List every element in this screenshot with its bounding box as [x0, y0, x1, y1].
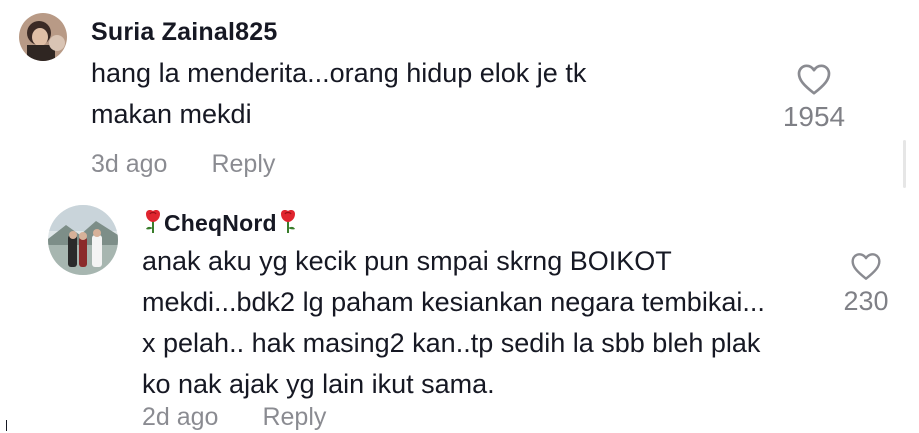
comment-timestamp: 2d ago [142, 403, 219, 431]
comment-text-line: ko nak ajak yg lain ikut sama. [142, 369, 495, 399]
comment-text: hang la menderita...orang hidup elok je … [91, 53, 586, 135]
text-cursor [6, 420, 7, 431]
avatar-image [19, 13, 67, 61]
scrollbar-track[interactable] [903, 140, 906, 188]
like-count: 1954 [782, 101, 846, 132]
like-button[interactable]: 230 [834, 251, 898, 317]
heart-outline-icon [797, 64, 831, 95]
comment-text-line: makan mekdi [91, 99, 252, 129]
heart-outline-icon [851, 253, 881, 280]
comment-text-line: hang la menderita...orang hidup elok je … [91, 58, 587, 88]
comment-timestamp: 3d ago [91, 150, 168, 178]
comment-text-line: x pelah.. hak masing2 kan..tp sedih la s… [142, 328, 761, 358]
avatar[interactable] [19, 13, 67, 61]
comment-username[interactable]: CheqNord [164, 210, 277, 236]
like-count: 230 [843, 286, 889, 316]
comment-text-line: mekdi...bdk2 lg paham kesiankan negara t… [142, 287, 765, 317]
comment-text-line: anak aku yg kecik pun smpai skrng BOIKOT [142, 246, 672, 276]
rose-icon [280, 210, 295, 233]
avatar[interactable] [48, 205, 118, 275]
comment-username[interactable]: Suria Zainal825 [91, 18, 277, 47]
comment-text: anak aku yg kecik pun smpai skrng BOIKOT… [142, 241, 765, 405]
reply-button[interactable]: Reply [211, 150, 275, 178]
reply-button[interactable]: Reply [262, 403, 326, 431]
avatar-image [48, 205, 118, 275]
like-button[interactable]: 1954 [782, 62, 846, 133]
comment-username-row[interactable]: CheqNord [142, 208, 299, 237]
comment-meta: 2d ago Reply [142, 403, 370, 432]
rose-icon [146, 210, 160, 233]
comment-meta: 3d ago Reply [91, 150, 319, 179]
